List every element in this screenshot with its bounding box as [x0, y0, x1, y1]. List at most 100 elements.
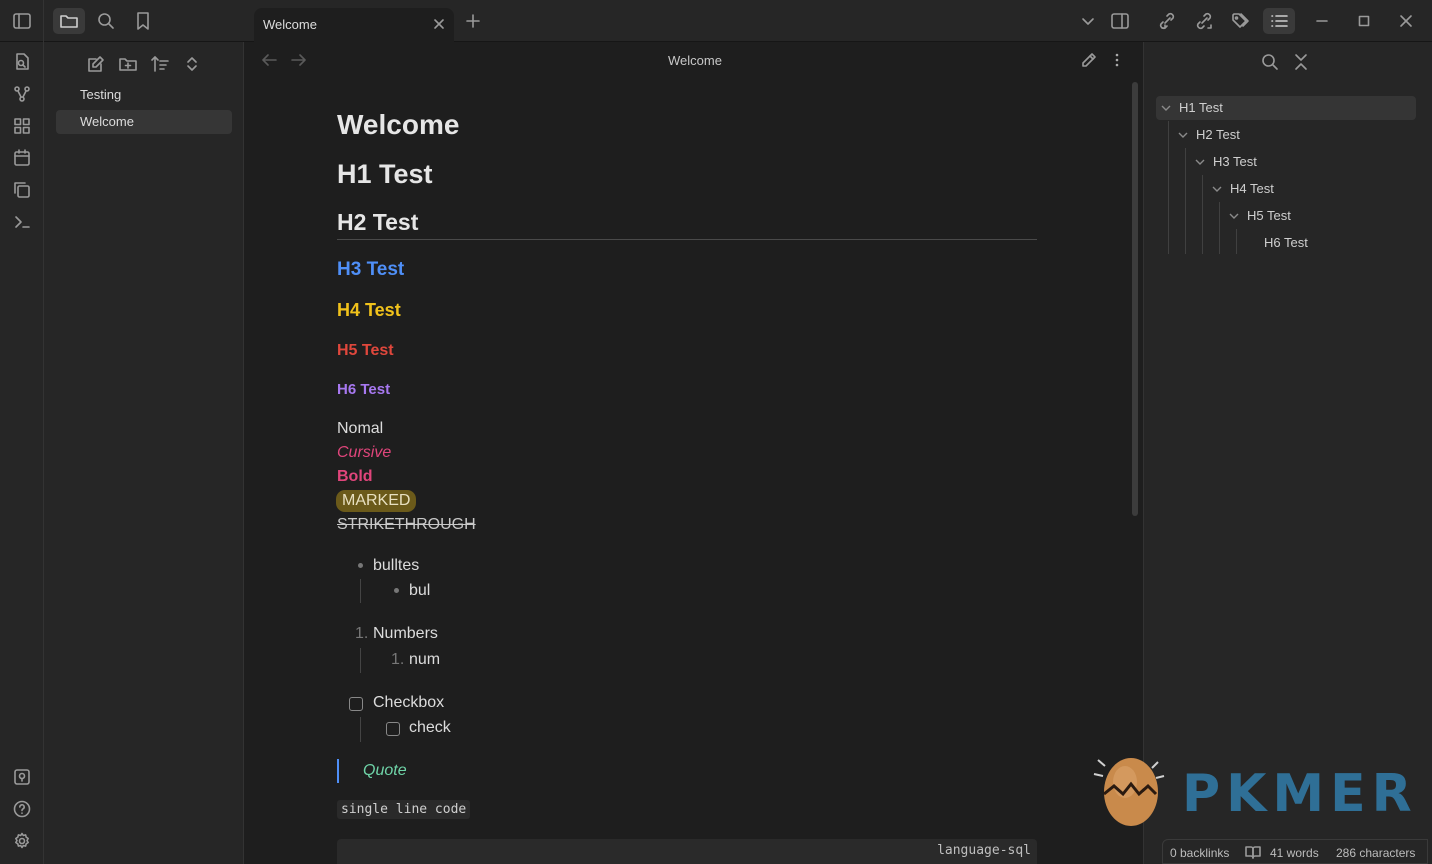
note-inline-title[interactable]: Welcome	[337, 109, 459, 141]
sidebar-right-icon	[1111, 13, 1129, 29]
open-quick-switcher-button[interactable]	[12, 52, 32, 72]
list-icon	[1271, 15, 1288, 27]
chevron-down-icon[interactable]	[1229, 211, 1239, 221]
search-tab-button[interactable]	[90, 8, 122, 34]
task-checkbox[interactable]	[386, 722, 400, 736]
task-checkbox[interactable]	[349, 697, 363, 711]
expand-all-button[interactable]	[181, 53, 203, 75]
search-icon[interactable]	[1261, 53, 1279, 71]
blockquote-text[interactable]: Quote	[363, 762, 407, 780]
outline-tab-button[interactable]	[1263, 8, 1295, 34]
tags-tab-button[interactable]	[1225, 8, 1257, 34]
heading-h3[interactable]: H3 Test	[337, 259, 404, 281]
heading-h5[interactable]: H5 Test	[337, 342, 394, 360]
heading-h2[interactable]: H2 Test	[337, 209, 418, 236]
copy-icon	[14, 182, 30, 198]
inline-code[interactable]: single line code	[337, 800, 471, 819]
heading-h6[interactable]: H6 Test	[337, 381, 390, 398]
toggle-left-sidebar-button[interactable]	[6, 8, 38, 34]
tab-welcome[interactable]: Welcome	[254, 8, 454, 42]
plus-icon	[466, 14, 480, 28]
outline-item-h5[interactable]: H5 Test	[1247, 204, 1291, 228]
bullet-item[interactable]: bulltes	[373, 557, 419, 575]
tab-list-button[interactable]	[1072, 8, 1104, 34]
view-title[interactable]: Welcome	[245, 53, 1145, 68]
insert-template-button[interactable]	[12, 180, 32, 200]
normal-text[interactable]: Nomal	[337, 420, 383, 438]
outline-item-h1[interactable]: H1 Test	[1179, 96, 1223, 120]
chevron-down-icon[interactable]	[1161, 103, 1171, 113]
files-tab-button[interactable]	[53, 8, 85, 34]
close-window-button[interactable]	[1390, 8, 1422, 34]
pencil-icon[interactable]	[1081, 52, 1097, 68]
bold-text[interactable]: Bold	[337, 468, 373, 486]
heading-h4[interactable]: H4 Test	[337, 300, 401, 321]
indent-guide	[360, 717, 361, 742]
new-folder-button[interactable]	[117, 53, 139, 75]
numbered-item[interactable]: num	[409, 651, 440, 669]
chevron-down-icon[interactable]	[1195, 157, 1205, 167]
settings-button[interactable]	[12, 831, 32, 851]
outline-guide	[1219, 202, 1220, 254]
book-open-icon[interactable]	[1245, 845, 1261, 859]
list-number: 1.	[391, 651, 405, 668]
outline-pane: H1 Test H2 Test H3 Test H4 Test H5 Test …	[1143, 42, 1432, 864]
chevrons-up-down-icon	[187, 57, 197, 71]
open-command-palette-button[interactable]	[12, 212, 32, 232]
file-item-testing[interactable]: Testing	[56, 83, 232, 107]
open-vault-button[interactable]	[12, 767, 32, 787]
pkmer-watermark: PKMER	[1092, 752, 1412, 832]
editor-pane: Welcome Welcome H1 Test H2 Test H3 Test …	[245, 42, 1142, 864]
numbered-item[interactable]: Numbers	[373, 625, 438, 643]
grid-icon	[14, 118, 30, 134]
indent-guide	[360, 579, 361, 603]
maximize-icon	[1358, 15, 1370, 27]
outline-item-h3[interactable]: H3 Test	[1213, 150, 1257, 174]
task-item[interactable]: Checkbox	[373, 694, 444, 712]
chevron-down-icon[interactable]	[1212, 184, 1222, 194]
outline-guide	[1236, 229, 1237, 254]
outline-item-h6[interactable]: H6 Test	[1264, 231, 1308, 255]
minimize-icon	[1316, 20, 1328, 22]
change-sort-order-button[interactable]	[149, 53, 171, 75]
task-item[interactable]: check	[409, 719, 451, 737]
open-daily-note-button[interactable]	[12, 148, 32, 168]
chevron-down-icon[interactable]	[1178, 130, 1188, 140]
outline-item-h2[interactable]: H2 Test	[1196, 123, 1240, 147]
minimize-button[interactable]	[1306, 8, 1338, 34]
open-graph-view-button[interactable]	[12, 84, 32, 104]
editor-scrollbar[interactable]	[1132, 82, 1138, 516]
close-icon[interactable]	[432, 17, 446, 31]
maximize-button[interactable]	[1348, 8, 1380, 34]
strikethrough-text[interactable]: STRIKETHROUGH	[337, 516, 476, 534]
toggle-right-sidebar-button[interactable]	[1104, 8, 1136, 34]
backlinks-count[interactable]: 0 backlinks	[1170, 846, 1229, 860]
code-block[interactable]: language-sql	[337, 839, 1037, 864]
character-count: 286 characters	[1336, 846, 1416, 860]
outline-guide	[1202, 175, 1203, 254]
pkmer-text: PKMER	[1182, 764, 1418, 824]
open-canvas-button[interactable]	[12, 116, 32, 136]
outgoing-links-tab-button[interactable]	[1188, 8, 1220, 34]
vault-icon	[14, 769, 30, 785]
bookmark-icon	[137, 12, 149, 30]
bookmarks-tab-button[interactable]	[127, 8, 159, 34]
graph-icon	[14, 86, 30, 102]
folder-icon	[60, 15, 78, 28]
more-options-icon[interactable]	[1111, 52, 1123, 68]
sort-icon	[151, 56, 169, 72]
backlinks-tab-button[interactable]	[1151, 8, 1183, 34]
outline-item-h4[interactable]: H4 Test	[1230, 177, 1274, 201]
h2-divider	[337, 239, 1037, 240]
bullet-item[interactable]: bul	[409, 582, 430, 600]
new-note-button[interactable]	[85, 53, 107, 75]
new-tab-button[interactable]	[457, 8, 489, 34]
collapse-all-icon[interactable]	[1293, 53, 1309, 71]
file-item-welcome[interactable]: Welcome	[56, 110, 232, 134]
bullet-marker	[358, 563, 363, 568]
heading-h1[interactable]: H1 Test	[337, 159, 433, 190]
help-button[interactable]	[12, 799, 32, 819]
italic-text[interactable]: Cursive	[337, 444, 391, 462]
code-language-label: language-sql	[937, 843, 1031, 858]
highlighted-text[interactable]: MARKED	[336, 490, 417, 512]
